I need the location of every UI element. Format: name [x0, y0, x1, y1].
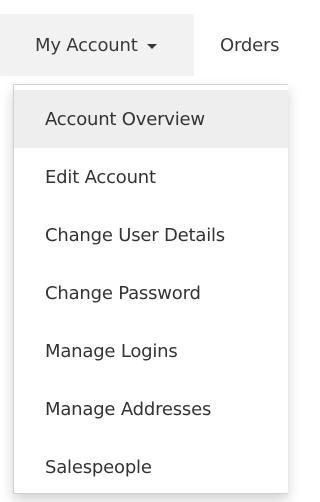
top-navbar: My Account Orders — [0, 0, 280, 86]
menu-item-label: Change User Details — [45, 224, 225, 246]
caret-down-icon — [146, 43, 157, 49]
menu-item-label: Account Overview — [45, 108, 205, 130]
menu-item-label: Manage Logins — [45, 340, 178, 362]
menu-item-change-password[interactable]: Change Password — [14, 264, 288, 322]
orders-label: Orders — [220, 34, 280, 56]
menu-item-label: Manage Addresses — [45, 398, 212, 420]
menu-item-change-user-details[interactable]: Change User Details — [14, 206, 288, 264]
menu-item-edit-account[interactable]: Edit Account — [14, 148, 288, 206]
menu-item-label: Edit Account — [45, 166, 156, 188]
menu-item-label: Salespeople — [45, 456, 152, 478]
orders-nav-link[interactable]: Orders — [220, 24, 280, 66]
menu-item-account-overview[interactable]: Account Overview — [14, 90, 288, 148]
menu-item-manage-logins[interactable]: Manage Logins — [14, 322, 288, 380]
my-account-menu-toggle[interactable]: My Account — [0, 14, 194, 76]
my-account-label: My Account — [35, 34, 138, 56]
my-account-dropdown: Account Overview Edit Account Change Use… — [13, 84, 288, 494]
menu-item-manage-addresses[interactable]: Manage Addresses — [14, 380, 288, 438]
menu-item-label: Change Password — [45, 282, 201, 304]
menu-item-salespeople[interactable]: Salespeople — [14, 438, 288, 496]
